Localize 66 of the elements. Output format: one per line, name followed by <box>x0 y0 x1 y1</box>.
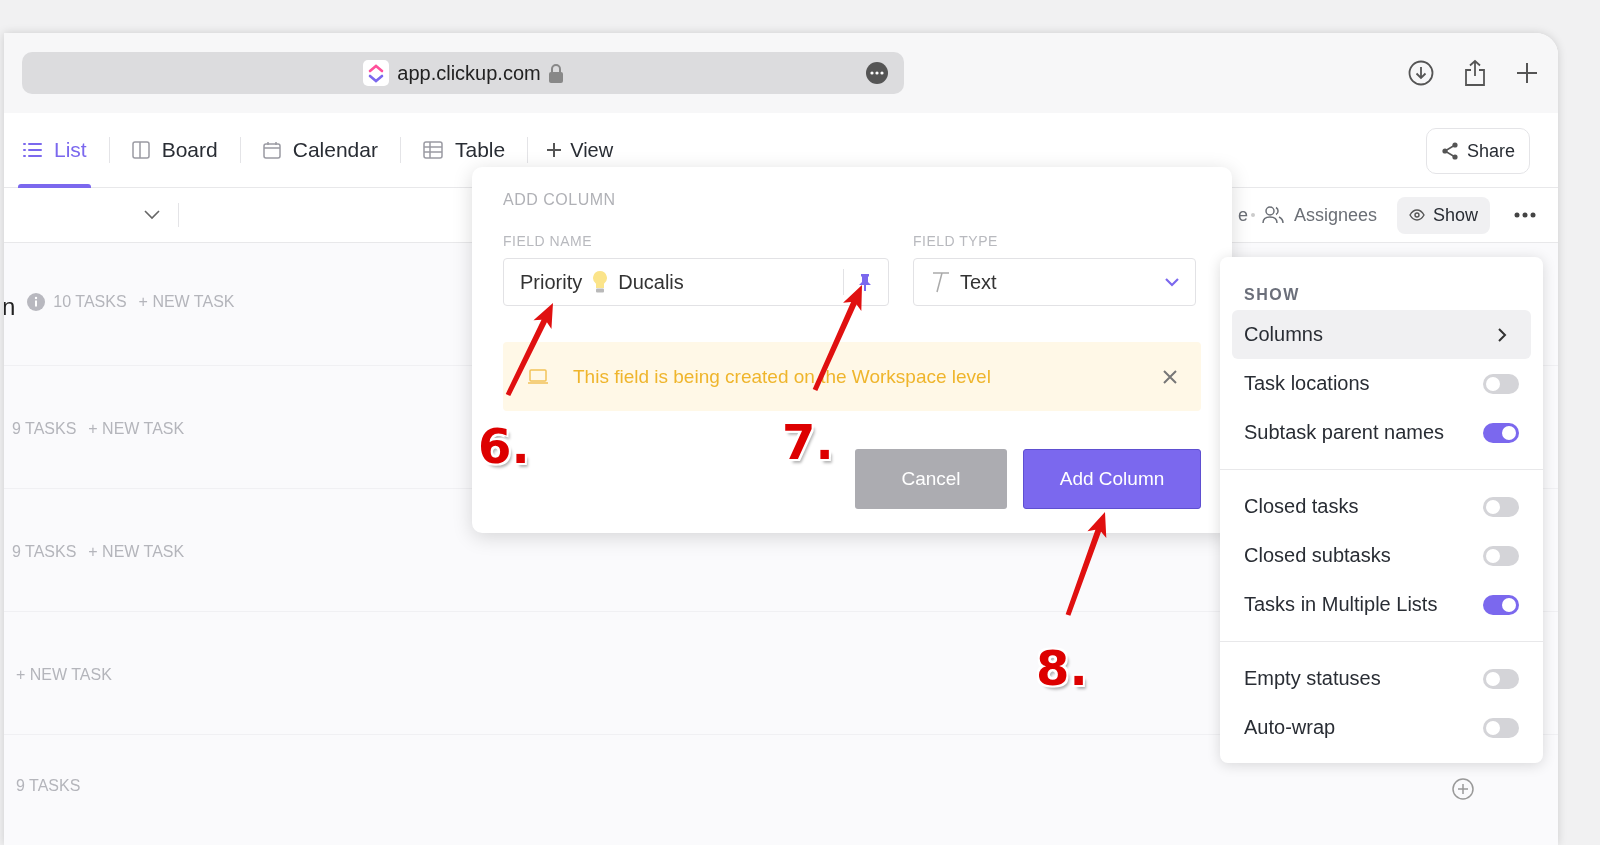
eye-icon <box>1408 209 1425 221</box>
task-count: 9 TASKS <box>12 543 77 561</box>
menu-item[interactable]: Auto-wrap <box>1232 703 1531 752</box>
menu-item[interactable]: Columns <box>1232 310 1531 359</box>
more-icon[interactable] <box>866 62 888 84</box>
board-icon <box>131 141 150 159</box>
share-icon[interactable] <box>1464 59 1486 87</box>
view-tab[interactable]: Calendar <box>258 112 382 188</box>
lock-icon <box>548 63 563 83</box>
toggle-switch[interactable] <box>1483 594 1519 615</box>
share-button[interactable]: Share <box>1425 128 1530 174</box>
view-tab[interactable]: Table <box>418 112 510 188</box>
close-icon[interactable] <box>1163 369 1177 384</box>
toggle-switch[interactable] <box>1483 717 1519 738</box>
menu-item[interactable]: Empty statuses <box>1232 654 1531 703</box>
toggle-switch[interactable] <box>1483 545 1519 566</box>
step-number: 6. <box>478 418 530 474</box>
add-column-button[interactable]: Add Column <box>1023 449 1201 509</box>
address-bar[interactable]: app.clickup.com <box>22 52 904 94</box>
step-number: 8. <box>1036 640 1088 696</box>
chevron-down-icon[interactable] <box>144 210 160 220</box>
calendar-icon <box>262 141 281 159</box>
laptop-icon <box>527 368 549 385</box>
toggle-switch[interactable] <box>1483 668 1519 689</box>
group-title: n <box>4 293 16 321</box>
lightbulb-icon <box>592 270 609 294</box>
view-tab[interactable]: List <box>18 112 91 188</box>
add-circle-icon[interactable] <box>1452 778 1474 800</box>
add-view-button[interactable]: View <box>546 138 614 162</box>
menu-item[interactable]: Task locations <box>1232 359 1531 408</box>
assignees-button[interactable]: Assignees <box>1293 204 1377 226</box>
toggle-switch[interactable] <box>1483 373 1519 394</box>
pin-icon[interactable] <box>858 273 872 291</box>
plus-icon[interactable] <box>1516 62 1538 84</box>
dialog-title: ADD COLUMN <box>503 191 617 209</box>
plus-icon <box>546 142 563 158</box>
menu-heading: SHOW <box>1243 286 1300 304</box>
task-count: 10 TASKS <box>53 293 127 311</box>
chevron-right-icon <box>1497 326 1507 343</box>
share-icon <box>1440 142 1459 160</box>
table-icon <box>422 141 443 159</box>
toggle-switch[interactable] <box>1483 422 1519 443</box>
show-button[interactable]: Show <box>1396 196 1490 234</box>
view-tab[interactable]: Board <box>127 112 222 188</box>
menu-item[interactable]: Tasks in Multiple Lists <box>1232 580 1531 629</box>
field-name-input[interactable]: Priority Ducalis <box>503 258 889 306</box>
field-label: FIELD TYPE <box>913 233 999 249</box>
info-icon <box>27 293 46 311</box>
menu-item[interactable]: Subtask parent names <box>1232 408 1531 457</box>
more-icon[interactable] <box>1514 212 1536 218</box>
field-label: FIELD NAME <box>503 233 593 249</box>
list-icon <box>22 141 42 159</box>
task-count: 9 TASKS <box>16 777 81 795</box>
app-logo-icon <box>363 60 390 86</box>
menu-item[interactable]: Closed tasks <box>1232 482 1531 531</box>
step-number: 7. <box>782 414 834 470</box>
field-type-dropdown[interactable]: Text <box>913 258 1196 306</box>
menu-item[interactable]: Closed subtasks <box>1232 531 1531 580</box>
chevron-down-icon <box>1165 277 1179 287</box>
toggle-switch[interactable] <box>1483 496 1519 517</box>
task-count: 9 TASKS <box>12 420 77 438</box>
url-text: app.clickup.com <box>397 61 541 85</box>
people-icon <box>1261 206 1284 224</box>
download-icon[interactable] <box>1408 60 1434 86</box>
text-type-icon <box>930 271 950 293</box>
toolbar-label[interactable]: e <box>1237 204 1248 226</box>
